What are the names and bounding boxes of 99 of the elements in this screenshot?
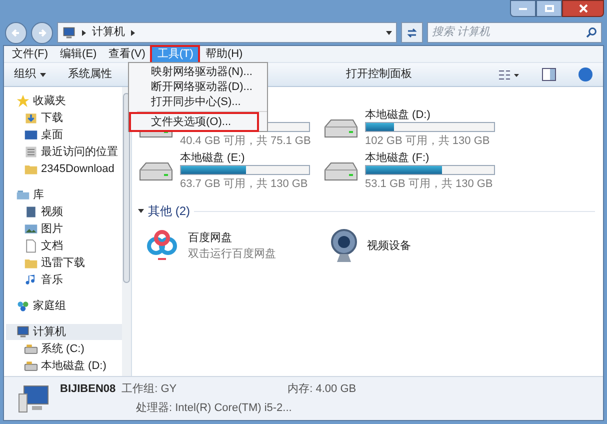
computer-icon [17,326,29,338]
folder-icon [24,166,38,174]
nav-group-label: 收藏夹 [33,94,66,109]
item-name: 视频设备 [367,238,411,254]
workgroup: 工作组: GY [122,382,178,397]
nav-group-label: 家庭组 [33,298,66,314]
download-icon [26,114,36,124]
nav-item[interactable]: 文档 [6,238,122,254]
refresh-button[interactable] [401,22,423,43]
nav-item-label: 文档 [41,238,63,254]
webcam-icon [329,228,359,264]
menu-item[interactable]: 编辑(E) [54,46,103,62]
nav-item[interactable]: 2345Download [6,161,122,177]
nav-item[interactable]: 音乐 [6,272,122,288]
drive-icon [24,362,38,371]
section-title: 其他 (2) [148,203,190,220]
nav-item-label: 迅雷下载 [41,256,85,271]
item-description: 双击运行百度网盘 [188,246,276,262]
nav-item-label: 2345Download [41,162,114,177]
nav-group-label: 库 [33,188,44,203]
close-button[interactable] [562,0,604,17]
nav-group[interactable]: 家庭组 [6,298,122,314]
breadcrumb-arrow-icon [82,30,86,36]
star-icon [16,94,30,108]
scrollbar-thumb[interactable] [123,93,130,283]
drive-icon [24,344,38,354]
view-options-icon[interactable] [498,68,520,80]
music-icon [26,274,34,284]
computer-icon [63,26,75,38]
drive-free-space: 53.1 GB 可用，共 130 GB [365,177,494,192]
recent-icon [26,146,36,158]
computer-name: BIJIBEN08 [60,382,116,397]
video-icon [26,206,36,218]
nav-item-label: 最近访问的位置 [41,144,118,160]
nav-item[interactable]: 最近访问的位置 [6,144,122,160]
toolbar-button[interactable]: 系统属性 [68,66,112,83]
menu-option[interactable]: 映射网络驱动器(N)... [131,64,267,79]
nav-item-label: 下载 [41,110,63,126]
menu-option[interactable]: 打开同步中心(S)... [131,94,267,109]
nav-item[interactable]: 系统 (C:) [6,341,122,357]
nav-item[interactable]: 迅雷下载 [6,255,122,271]
folder-icon [24,260,38,268]
caret-icon [40,72,46,76]
memory: 内存: 4.00 GB [288,382,356,397]
drive-free-space: 63.7 GB 可用，共 130 GB [180,177,309,192]
nav-item[interactable]: 桌面 [6,127,122,143]
forward-button[interactable] [31,22,53,44]
menu-item[interactable]: 文件(F) [6,46,54,62]
drive-name: 本地磁盘 (D:) [365,108,430,122]
drive-name: 本地磁盘 (F:) [365,150,430,166]
minimize-button[interactable] [510,0,536,17]
nav-item-label: 桌面 [41,128,63,143]
nav-group[interactable]: 收藏夹 [6,93,122,109]
refresh-icon [406,26,418,38]
collapse-arrow-icon[interactable] [138,209,144,213]
address-path[interactable]: 计算机 [92,24,125,41]
nav-item-label: 视频 [41,204,63,220]
maximize-button[interactable] [536,0,562,17]
nav-item[interactable]: 本地磁盘 (D:) [6,358,122,374]
organize-button[interactable]: 组织 [14,66,46,83]
nav-group-label: 计算机 [33,324,66,340]
nav-group[interactable]: 计算机 [6,324,122,340]
search-icon [586,27,597,38]
menu-item[interactable]: 查看(V) [102,46,152,62]
nav-item-label: 音乐 [41,272,63,288]
nav-item-label: 图片 [41,222,63,237]
search-input[interactable]: 搜索 计算机 [432,24,586,41]
desktop-icon [24,130,38,140]
nav-item-label: 本地磁盘 (D:) [41,358,106,374]
computer-icon [18,384,50,414]
nav-item[interactable]: 图片 [6,221,122,237]
menu-option[interactable]: 断开网络驱动器(D)... [131,79,267,94]
processor: 处理器: Intel(R) Core(TM) i5-2... [135,400,293,416]
nav-group[interactable]: 库 [6,187,122,203]
toolbar-button[interactable]: 打开控制面板 [346,66,412,83]
close-icon [578,4,588,13]
item-name: 百度网盘 [188,230,233,246]
drive-free-space: 102 GB 可用，共 130 GB [365,134,491,150]
picture-icon [24,224,38,234]
homegroup-icon [18,302,28,312]
menu-option[interactable]: 文件夹选项(O)... [131,114,257,130]
dropdown-caret-icon[interactable] [386,30,392,34]
help-icon[interactable] [578,67,593,82]
forward-arrow-icon [37,28,47,38]
document-icon [26,239,36,253]
drive-free-space: 40.4 GB 可用，共 75.1 GB [180,134,310,150]
preview-pane-icon[interactable] [542,68,556,81]
search-field[interactable]: 搜索 计算机 [427,22,602,43]
nav-item[interactable]: 视频 [6,204,122,220]
menu-item[interactable]: 帮助(H) [199,46,249,62]
back-arrow-icon [11,28,21,38]
breadcrumb-arrow-icon [131,30,135,36]
address-bar[interactable]: 计算机 [57,22,397,43]
drive-name: 本地磁盘 (E:) [180,150,245,166]
scrollbar[interactable] [122,87,131,376]
back-button[interactable] [5,22,27,44]
nav-item-label: 系统 (C:) [41,342,84,357]
nav-item[interactable]: 下载 [6,110,122,126]
library-icon [16,190,30,200]
